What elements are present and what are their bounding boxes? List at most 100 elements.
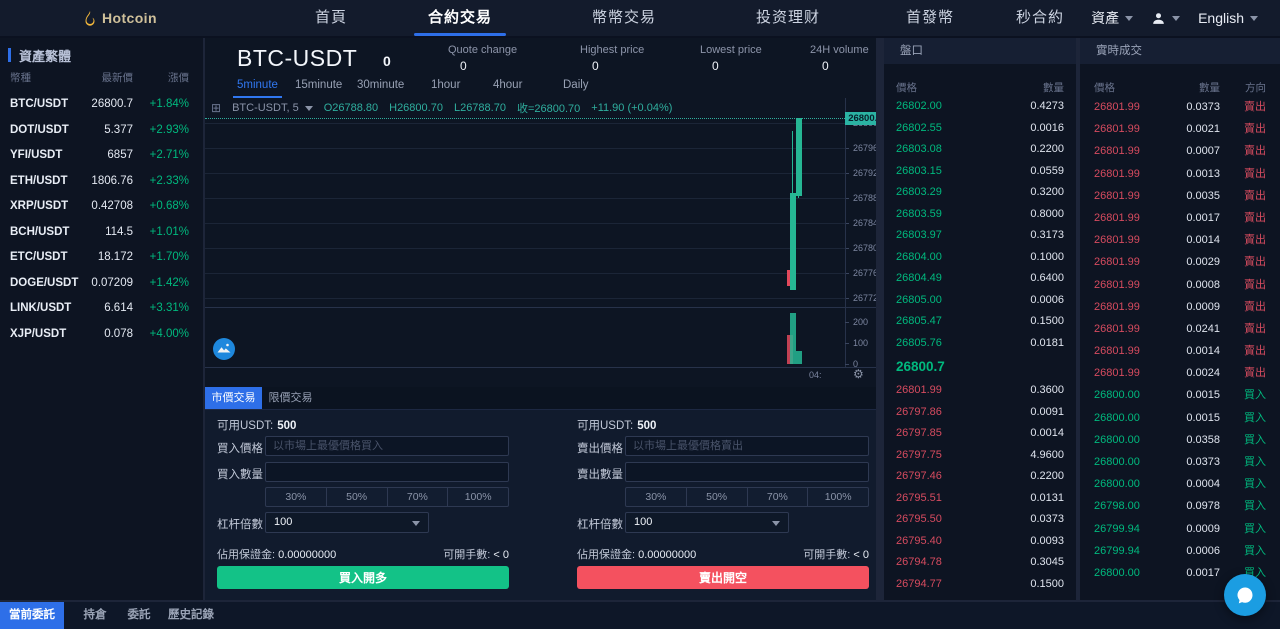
orderbook-row[interactable]: 26797.460.2200 — [884, 466, 1076, 488]
orderbook-row[interactable]: 26805.470.1500 — [884, 311, 1076, 333]
candle-body — [790, 193, 797, 291]
orderbook-row[interactable]: 26803.150.0559 — [884, 161, 1076, 183]
market-row[interactable]: YFI/USDT6857+2.71% — [0, 143, 203, 169]
market-list-title: 資產繁體 — [0, 47, 71, 63]
orderbook-row[interactable]: 26805.000.0006 — [884, 290, 1076, 312]
timeframe-15minute[interactable]: 15minute — [295, 78, 342, 96]
sell-leverage-value: 100 — [634, 516, 652, 528]
buy-percent-row: 30%50%70%100% — [265, 487, 509, 507]
orderbook-row[interactable]: 26797.754.9600 — [884, 445, 1076, 467]
market-row[interactable]: DOGE/USDT0.07209+1.42% — [0, 271, 203, 297]
market-row[interactable]: BTC/USDT26800.7+1.84% — [0, 92, 203, 118]
pair-label: XJP/USDT — [10, 322, 66, 348]
percent-70-button[interactable]: 70% — [747, 488, 808, 506]
sell-amount-input[interactable] — [625, 462, 869, 482]
pair-label: BCH/USDT — [10, 220, 69, 246]
tab-history[interactable]: 歷史記錄 — [160, 602, 222, 629]
orderbook-row[interactable]: 26801.990.3600 — [884, 380, 1076, 402]
percent-30-button[interactable]: 30% — [626, 488, 686, 506]
language-menu[interactable]: English — [1198, 10, 1258, 26]
orderbook-row[interactable]: 26794.780.3045 — [884, 552, 1076, 574]
orderbook-row[interactable]: 26804.000.1000 — [884, 247, 1076, 269]
trade-price: 26801.99 — [1094, 274, 1140, 296]
market-row[interactable]: LINK/USDT6.614+3.31% — [0, 296, 203, 322]
tab-current-orders[interactable]: 當前委託 — [0, 602, 64, 629]
timeframe-4hour[interactable]: 4hour — [493, 78, 522, 96]
sell-open-short-button[interactable]: 賣出開空 — [577, 566, 869, 589]
buy-leverage-row: 杠杆倍數 100 — [217, 512, 509, 533]
percent-100-button[interactable]: 100% — [447, 488, 508, 506]
orderbook-row[interactable]: 26797.850.0014 — [884, 423, 1076, 445]
tab-positions[interactable]: 持倉 — [75, 602, 115, 629]
chevron-down-icon — [412, 521, 420, 526]
market-row[interactable]: BCH/USDT114.5+1.01% — [0, 220, 203, 246]
gear-icon[interactable]: ⚙ — [853, 367, 864, 381]
percent-70-button[interactable]: 70% — [387, 488, 448, 506]
orderbook-row[interactable]: 26803.970.3173 — [884, 225, 1076, 247]
nav-item-contract-trade[interactable]: 合約交易 — [428, 0, 492, 36]
market-list-panel: 資產繁體 幣種 最新價 漲價 BTC/USDT26800.7+1.84%DOT/… — [0, 38, 203, 600]
assets-menu[interactable]: 資產 — [1091, 8, 1133, 28]
user-menu[interactable] — [1151, 11, 1180, 26]
market-row[interactable]: ETH/USDT1806.76+2.33% — [0, 169, 203, 195]
pair-label: DOGE/USDT — [10, 271, 78, 297]
orderbook-row[interactable]: 26802.000.4273 — [884, 96, 1076, 118]
buy-price-input[interactable] — [265, 436, 509, 456]
timeframe-daily[interactable]: Daily — [563, 78, 589, 96]
market-row[interactable]: DOT/USDT5.377+2.93% — [0, 118, 203, 144]
stat-24h-volume: 24H volume 0 — [810, 44, 869, 73]
timeframe-30minute[interactable]: 30minute — [357, 78, 404, 96]
trade-row: 26799.940.0006買入 — [1080, 540, 1280, 562]
orderbook-row[interactable]: 26797.860.0091 — [884, 402, 1076, 424]
timeframe-1hour[interactable]: 1hour — [431, 78, 460, 96]
orderbook-row[interactable]: 26804.490.6400 — [884, 268, 1076, 290]
orderbook-row[interactable]: 26794.770.1500 — [884, 574, 1076, 596]
nav-item-launchpad[interactable]: 首發幣 — [906, 0, 954, 36]
legend-symbol-dropdown[interactable]: BTC-USDT, 5 — [232, 102, 313, 114]
nav-item-second-contract[interactable]: 秒合約 — [1016, 0, 1064, 36]
sell-leverage-select[interactable]: 100 — [625, 512, 789, 533]
pair-label: LINK/USDT — [10, 296, 71, 322]
orderbook-row[interactable]: 26803.080.2200 — [884, 139, 1076, 161]
percent-50-button[interactable]: 50% — [326, 488, 387, 506]
market-row[interactable]: XJP/USDT0.078+4.00% — [0, 322, 203, 348]
buy-available-balance: 可用USDT:500 — [217, 417, 296, 433]
sell-price-input[interactable] — [625, 436, 869, 456]
available-value: 500 — [277, 420, 296, 432]
market-row[interactable]: XRP/USDT0.42708+0.68% — [0, 194, 203, 220]
nav-item-home[interactable]: 首頁 — [315, 0, 347, 36]
chat-bubble-button[interactable] — [1224, 574, 1266, 616]
sell-price-row: 賣出價格 — [577, 436, 869, 457]
orderbook-row[interactable]: 26805.760.0181 — [884, 333, 1076, 355]
orderbook-row[interactable]: 26795.400.0093 — [884, 531, 1076, 553]
trade-qty: 0.0009 — [1186, 518, 1220, 540]
grid-icon[interactable]: ⊞ — [211, 101, 221, 115]
market-row[interactable]: ETC/USDT18.172+1.70% — [0, 245, 203, 271]
trade-row: 26801.990.0017賣出 — [1080, 207, 1280, 229]
buy-leverage-label: 杠杆倍數 — [217, 516, 263, 532]
percent-100-button[interactable]: 100% — [807, 488, 868, 506]
orderbook-qty: 0.0014 — [1030, 423, 1064, 445]
orderbook-row[interactable]: 26795.500.0373 — [884, 509, 1076, 531]
buy-amount-input[interactable] — [265, 462, 509, 482]
orderbook-row[interactable]: 26803.590.8000 — [884, 204, 1076, 226]
orderbook-row[interactable]: 26803.290.3200 — [884, 182, 1076, 204]
chevron-down-icon — [1250, 16, 1258, 21]
percent-50-button[interactable]: 50% — [686, 488, 747, 506]
timeframe-tabs: 5minute 15minute 30minute 1hour 4hour Daily — [205, 78, 876, 98]
top-navbar: Hotcoin 首頁合約交易幣幣交易投资理财首發幣秒合約 資產 English — [0, 0, 1280, 38]
pair-label: ETH/USDT — [10, 169, 68, 195]
orderbook-row[interactable]: 26795.510.0131 — [884, 488, 1076, 510]
nav-item-invest[interactable]: 投资理财 — [756, 0, 820, 36]
buy-leverage-select[interactable]: 100 — [265, 512, 429, 533]
timeframe-5minute[interactable]: 5minute — [237, 78, 278, 96]
orderbook-row[interactable]: 26802.550.0016 — [884, 118, 1076, 140]
change-percent: +2.33% — [150, 169, 189, 195]
nav-item-spot-trade[interactable]: 幣幣交易 — [592, 0, 656, 36]
buy-open-long-button[interactable]: 買入開多 — [217, 566, 509, 589]
tab-orders[interactable]: 委託 — [118, 602, 160, 629]
buy-price-row: 買入價格 — [217, 436, 509, 457]
tab-limit-order[interactable]: 限價交易 — [262, 387, 319, 409]
tab-market-order[interactable]: 市價交易 — [205, 387, 262, 409]
percent-30-button[interactable]: 30% — [266, 488, 326, 506]
